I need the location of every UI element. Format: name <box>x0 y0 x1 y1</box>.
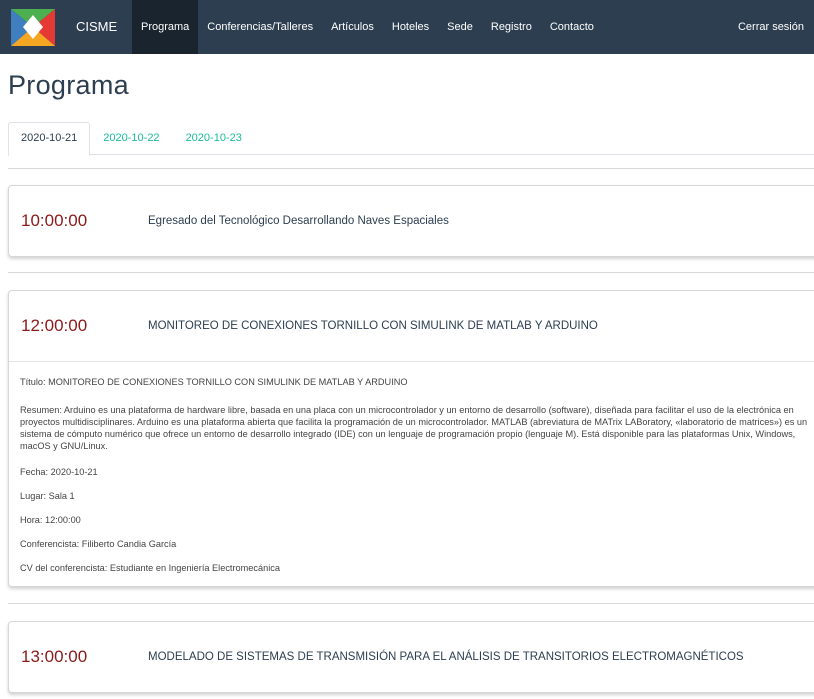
session-header[interactable]: 12:00:00 MONITOREO DE CONEXIONES TORNILL… <box>9 291 814 361</box>
session-time: 12:00:00 <box>21 316 88 335</box>
session-title: MODELADO DE SISTEMAS DE TRANSMISIÓN PARA… <box>148 651 744 663</box>
session-header[interactable]: 10:00:00 Egresado del Tecnológico Desarr… <box>9 186 814 256</box>
nav-item-sede[interactable]: Sede <box>438 0 482 54</box>
navbar-brand[interactable]: CISME <box>76 0 117 54</box>
nav-item-programa[interactable]: Programa <box>132 0 199 54</box>
session-title: MONITOREO DE CONEXIONES TORNILLO CON SIM… <box>148 320 598 332</box>
detail-conferencista: Conferencista: Filiberto Candia García <box>20 539 177 549</box>
session-title: Egresado del Tecnológico Desarrollando N… <box>148 215 449 227</box>
nav-item-hoteles[interactable]: Hoteles <box>383 0 438 54</box>
detail-resumen: Resumen: Arduino es una plataforma de ha… <box>20 405 808 451</box>
session-details: Título: MONITOREO DE CONEXIONES TORNILLO… <box>9 361 814 594</box>
session-header[interactable]: 13:00:00 MODELADO DE SISTEMAS DE TRANSMI… <box>9 622 814 692</box>
detail-lugar: Lugar: Sala 1 <box>20 491 75 501</box>
logout-link[interactable]: Cerrar sesión <box>738 0 804 54</box>
detail-fecha: Fecha: 2020-10-21 <box>20 467 98 477</box>
session-card[interactable]: 13:00:00 MODELADO DE SISTEMAS DE TRANSMI… <box>8 621 814 693</box>
divider <box>8 168 814 169</box>
nav-item-contacto[interactable]: Contacto <box>541 0 603 54</box>
detail-hora: Hora: 12:00:00 <box>20 515 81 525</box>
navbar: CISME Programa Conferencias/Talleres Art… <box>0 0 814 54</box>
session-card[interactable]: 10:00:00 Egresado del Tecnológico Desarr… <box>8 185 814 257</box>
tab-2020-10-22[interactable]: 2020-10-22 <box>90 122 172 155</box>
divider <box>8 603 814 604</box>
nav-item-conferencias-talleres[interactable]: Conferencias/Talleres <box>198 0 322 54</box>
session-time: 13:00:00 <box>21 647 88 666</box>
tab-2020-10-23[interactable]: 2020-10-23 <box>173 122 255 155</box>
nav-item-articulos[interactable]: Artículos <box>322 0 383 54</box>
detail-cv: CV del conferencista: Estudiante en Inge… <box>20 563 280 573</box>
tab-2020-10-21[interactable]: 2020-10-21 <box>8 122 91 156</box>
session-card-expanded[interactable]: 12:00:00 MONITOREO DE CONEXIONES TORNILL… <box>8 290 814 587</box>
session-time: 10:00:00 <box>21 211 88 230</box>
cisme-logo-icon[interactable] <box>11 9 55 46</box>
nav-item-registro[interactable]: Registro <box>482 0 541 54</box>
divider <box>8 272 814 273</box>
date-tabs: 2020-10-21 2020-10-22 2020-10-23 <box>8 122 814 156</box>
page-title: Programa <box>8 70 129 100</box>
nav-menu: Programa Conferencias/Talleres Artículos… <box>132 0 603 54</box>
detail-titulo: Título: MONITOREO DE CONEXIONES TORNILLO… <box>20 377 408 387</box>
